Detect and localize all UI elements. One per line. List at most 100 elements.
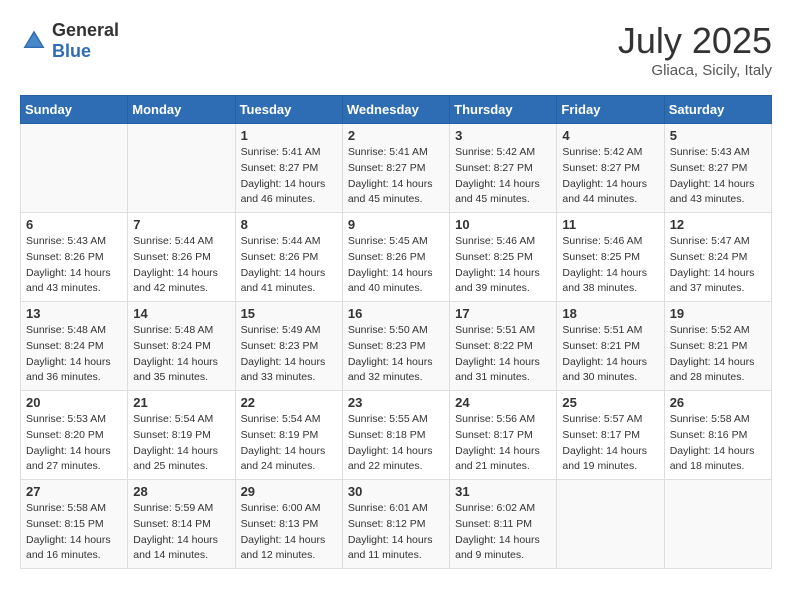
day-number: 3 xyxy=(455,128,551,143)
calendar-day-cell: 20Sunrise: 5:53 AMSunset: 8:20 PMDayligh… xyxy=(21,391,128,480)
daylight-text: Daylight: 14 hours and 36 minutes. xyxy=(26,356,111,384)
sunset-text: Sunset: 8:26 PM xyxy=(348,251,426,263)
calendar-day-cell: 24Sunrise: 5:56 AMSunset: 8:17 PMDayligh… xyxy=(450,391,557,480)
sunrise-text: Sunrise: 5:53 AM xyxy=(26,413,106,425)
calendar-day-cell xyxy=(557,480,664,569)
sunrise-text: Sunrise: 5:46 AM xyxy=(562,235,642,247)
calendar-day-cell: 10Sunrise: 5:46 AMSunset: 8:25 PMDayligh… xyxy=(450,213,557,302)
logo-text: General Blue xyxy=(52,20,119,62)
calendar-day-cell: 26Sunrise: 5:58 AMSunset: 8:16 PMDayligh… xyxy=(664,391,771,480)
day-info: Sunrise: 5:43 AMSunset: 8:26 PMDaylight:… xyxy=(26,234,122,297)
sunset-text: Sunset: 8:27 PM xyxy=(241,162,319,174)
daylight-text: Daylight: 14 hours and 45 minutes. xyxy=(455,178,540,206)
day-info: Sunrise: 5:54 AMSunset: 8:19 PMDaylight:… xyxy=(133,412,229,475)
calendar-day-cell: 31Sunrise: 6:02 AMSunset: 8:11 PMDayligh… xyxy=(450,480,557,569)
logo-blue: Blue xyxy=(52,41,91,61)
day-number: 12 xyxy=(670,217,766,232)
col-monday: Monday xyxy=(128,96,235,124)
col-wednesday: Wednesday xyxy=(342,96,449,124)
day-number: 5 xyxy=(670,128,766,143)
sunset-text: Sunset: 8:21 PM xyxy=(670,340,748,352)
day-info: Sunrise: 5:59 AMSunset: 8:14 PMDaylight:… xyxy=(133,501,229,564)
calendar-week-row: 20Sunrise: 5:53 AMSunset: 8:20 PMDayligh… xyxy=(21,391,772,480)
day-number: 18 xyxy=(562,306,658,321)
calendar-day-cell: 19Sunrise: 5:52 AMSunset: 8:21 PMDayligh… xyxy=(664,302,771,391)
sunrise-text: Sunrise: 5:52 AM xyxy=(670,324,750,336)
sunrise-text: Sunrise: 5:41 AM xyxy=(348,146,428,158)
daylight-text: Daylight: 14 hours and 11 minutes. xyxy=(348,534,433,562)
sunset-text: Sunset: 8:24 PM xyxy=(133,340,211,352)
sunset-text: Sunset: 8:13 PM xyxy=(241,518,319,530)
calendar-day-cell: 5Sunrise: 5:43 AMSunset: 8:27 PMDaylight… xyxy=(664,124,771,213)
col-tuesday: Tuesday xyxy=(235,96,342,124)
daylight-text: Daylight: 14 hours and 16 minutes. xyxy=(26,534,111,562)
sunrise-text: Sunrise: 5:59 AM xyxy=(133,502,213,514)
day-number: 26 xyxy=(670,395,766,410)
sunset-text: Sunset: 8:14 PM xyxy=(133,518,211,530)
calendar-day-cell: 7Sunrise: 5:44 AMSunset: 8:26 PMDaylight… xyxy=(128,213,235,302)
sunrise-text: Sunrise: 6:00 AM xyxy=(241,502,321,514)
daylight-text: Daylight: 14 hours and 46 minutes. xyxy=(241,178,326,206)
sunrise-text: Sunrise: 5:51 AM xyxy=(562,324,642,336)
day-info: Sunrise: 5:52 AMSunset: 8:21 PMDaylight:… xyxy=(670,323,766,386)
calendar-day-cell: 22Sunrise: 5:54 AMSunset: 8:19 PMDayligh… xyxy=(235,391,342,480)
sunset-text: Sunset: 8:26 PM xyxy=(26,251,104,263)
daylight-text: Daylight: 14 hours and 12 minutes. xyxy=(241,534,326,562)
day-info: Sunrise: 5:46 AMSunset: 8:25 PMDaylight:… xyxy=(455,234,551,297)
sunset-text: Sunset: 8:11 PM xyxy=(455,518,532,530)
day-info: Sunrise: 5:45 AMSunset: 8:26 PMDaylight:… xyxy=(348,234,444,297)
sunrise-text: Sunrise: 5:44 AM xyxy=(241,235,321,247)
sunrise-text: Sunrise: 5:51 AM xyxy=(455,324,535,336)
day-number: 15 xyxy=(241,306,337,321)
calendar-day-cell: 30Sunrise: 6:01 AMSunset: 8:12 PMDayligh… xyxy=(342,480,449,569)
calendar-day-cell: 17Sunrise: 5:51 AMSunset: 8:22 PMDayligh… xyxy=(450,302,557,391)
daylight-text: Daylight: 14 hours and 38 minutes. xyxy=(562,267,647,295)
calendar-day-cell: 18Sunrise: 5:51 AMSunset: 8:21 PMDayligh… xyxy=(557,302,664,391)
day-number: 29 xyxy=(241,484,337,499)
sunrise-text: Sunrise: 5:54 AM xyxy=(241,413,321,425)
sunrise-text: Sunrise: 5:41 AM xyxy=(241,146,321,158)
sunset-text: Sunset: 8:19 PM xyxy=(133,429,211,441)
sunset-text: Sunset: 8:24 PM xyxy=(26,340,104,352)
col-thursday: Thursday xyxy=(450,96,557,124)
day-info: Sunrise: 5:51 AMSunset: 8:21 PMDaylight:… xyxy=(562,323,658,386)
day-info: Sunrise: 5:51 AMSunset: 8:22 PMDaylight:… xyxy=(455,323,551,386)
day-info: Sunrise: 5:48 AMSunset: 8:24 PMDaylight:… xyxy=(133,323,229,386)
sunset-text: Sunset: 8:17 PM xyxy=(562,429,640,441)
calendar-week-row: 13Sunrise: 5:48 AMSunset: 8:24 PMDayligh… xyxy=(21,302,772,391)
sunset-text: Sunset: 8:27 PM xyxy=(348,162,426,174)
calendar-day-cell xyxy=(664,480,771,569)
day-info: Sunrise: 5:54 AMSunset: 8:19 PMDaylight:… xyxy=(241,412,337,475)
sunset-text: Sunset: 8:27 PM xyxy=(562,162,640,174)
calendar-week-row: 1Sunrise: 5:41 AMSunset: 8:27 PMDaylight… xyxy=(21,124,772,213)
sunset-text: Sunset: 8:16 PM xyxy=(670,429,748,441)
daylight-text: Daylight: 14 hours and 37 minutes. xyxy=(670,267,755,295)
calendar-day-cell: 1Sunrise: 5:41 AMSunset: 8:27 PMDaylight… xyxy=(235,124,342,213)
day-number: 27 xyxy=(26,484,122,499)
calendar-day-cell: 21Sunrise: 5:54 AMSunset: 8:19 PMDayligh… xyxy=(128,391,235,480)
sunset-text: Sunset: 8:27 PM xyxy=(455,162,533,174)
sunset-text: Sunset: 8:26 PM xyxy=(133,251,211,263)
daylight-text: Daylight: 14 hours and 9 minutes. xyxy=(455,534,540,562)
calendar-day-cell: 13Sunrise: 5:48 AMSunset: 8:24 PMDayligh… xyxy=(21,302,128,391)
sunrise-text: Sunrise: 5:42 AM xyxy=(455,146,535,158)
col-sunday: Sunday xyxy=(21,96,128,124)
day-info: Sunrise: 5:50 AMSunset: 8:23 PMDaylight:… xyxy=(348,323,444,386)
sunset-text: Sunset: 8:17 PM xyxy=(455,429,533,441)
sunset-text: Sunset: 8:21 PM xyxy=(562,340,640,352)
day-number: 4 xyxy=(562,128,658,143)
day-info: Sunrise: 5:44 AMSunset: 8:26 PMDaylight:… xyxy=(241,234,337,297)
sunset-text: Sunset: 8:23 PM xyxy=(241,340,319,352)
daylight-text: Daylight: 14 hours and 43 minutes. xyxy=(26,267,111,295)
day-number: 19 xyxy=(670,306,766,321)
sunset-text: Sunset: 8:12 PM xyxy=(348,518,426,530)
day-info: Sunrise: 5:41 AM Sunset: 8:27 PM Daylight:… xyxy=(241,145,337,208)
daylight-text: Daylight: 14 hours and 42 minutes. xyxy=(133,267,218,295)
day-info: Sunrise: 6:02 AMSunset: 8:11 PMDaylight:… xyxy=(455,501,551,564)
day-info: Sunrise: 5:42 AMSunset: 8:27 PMDaylight:… xyxy=(562,145,658,208)
calendar-day-cell: 4 Sunrise: 5:42 AMSunset: 8:27 PMDaylight… xyxy=(557,124,664,213)
daylight-text: Daylight: 14 hours and 21 minutes. xyxy=(455,445,540,473)
calendar-day-cell: 12Sunrise: 5:47 AMSunset: 8:24 PMDayligh… xyxy=(664,213,771,302)
sunset-text: Sunset: 8:19 PM xyxy=(241,429,319,441)
logo-icon xyxy=(20,27,48,55)
